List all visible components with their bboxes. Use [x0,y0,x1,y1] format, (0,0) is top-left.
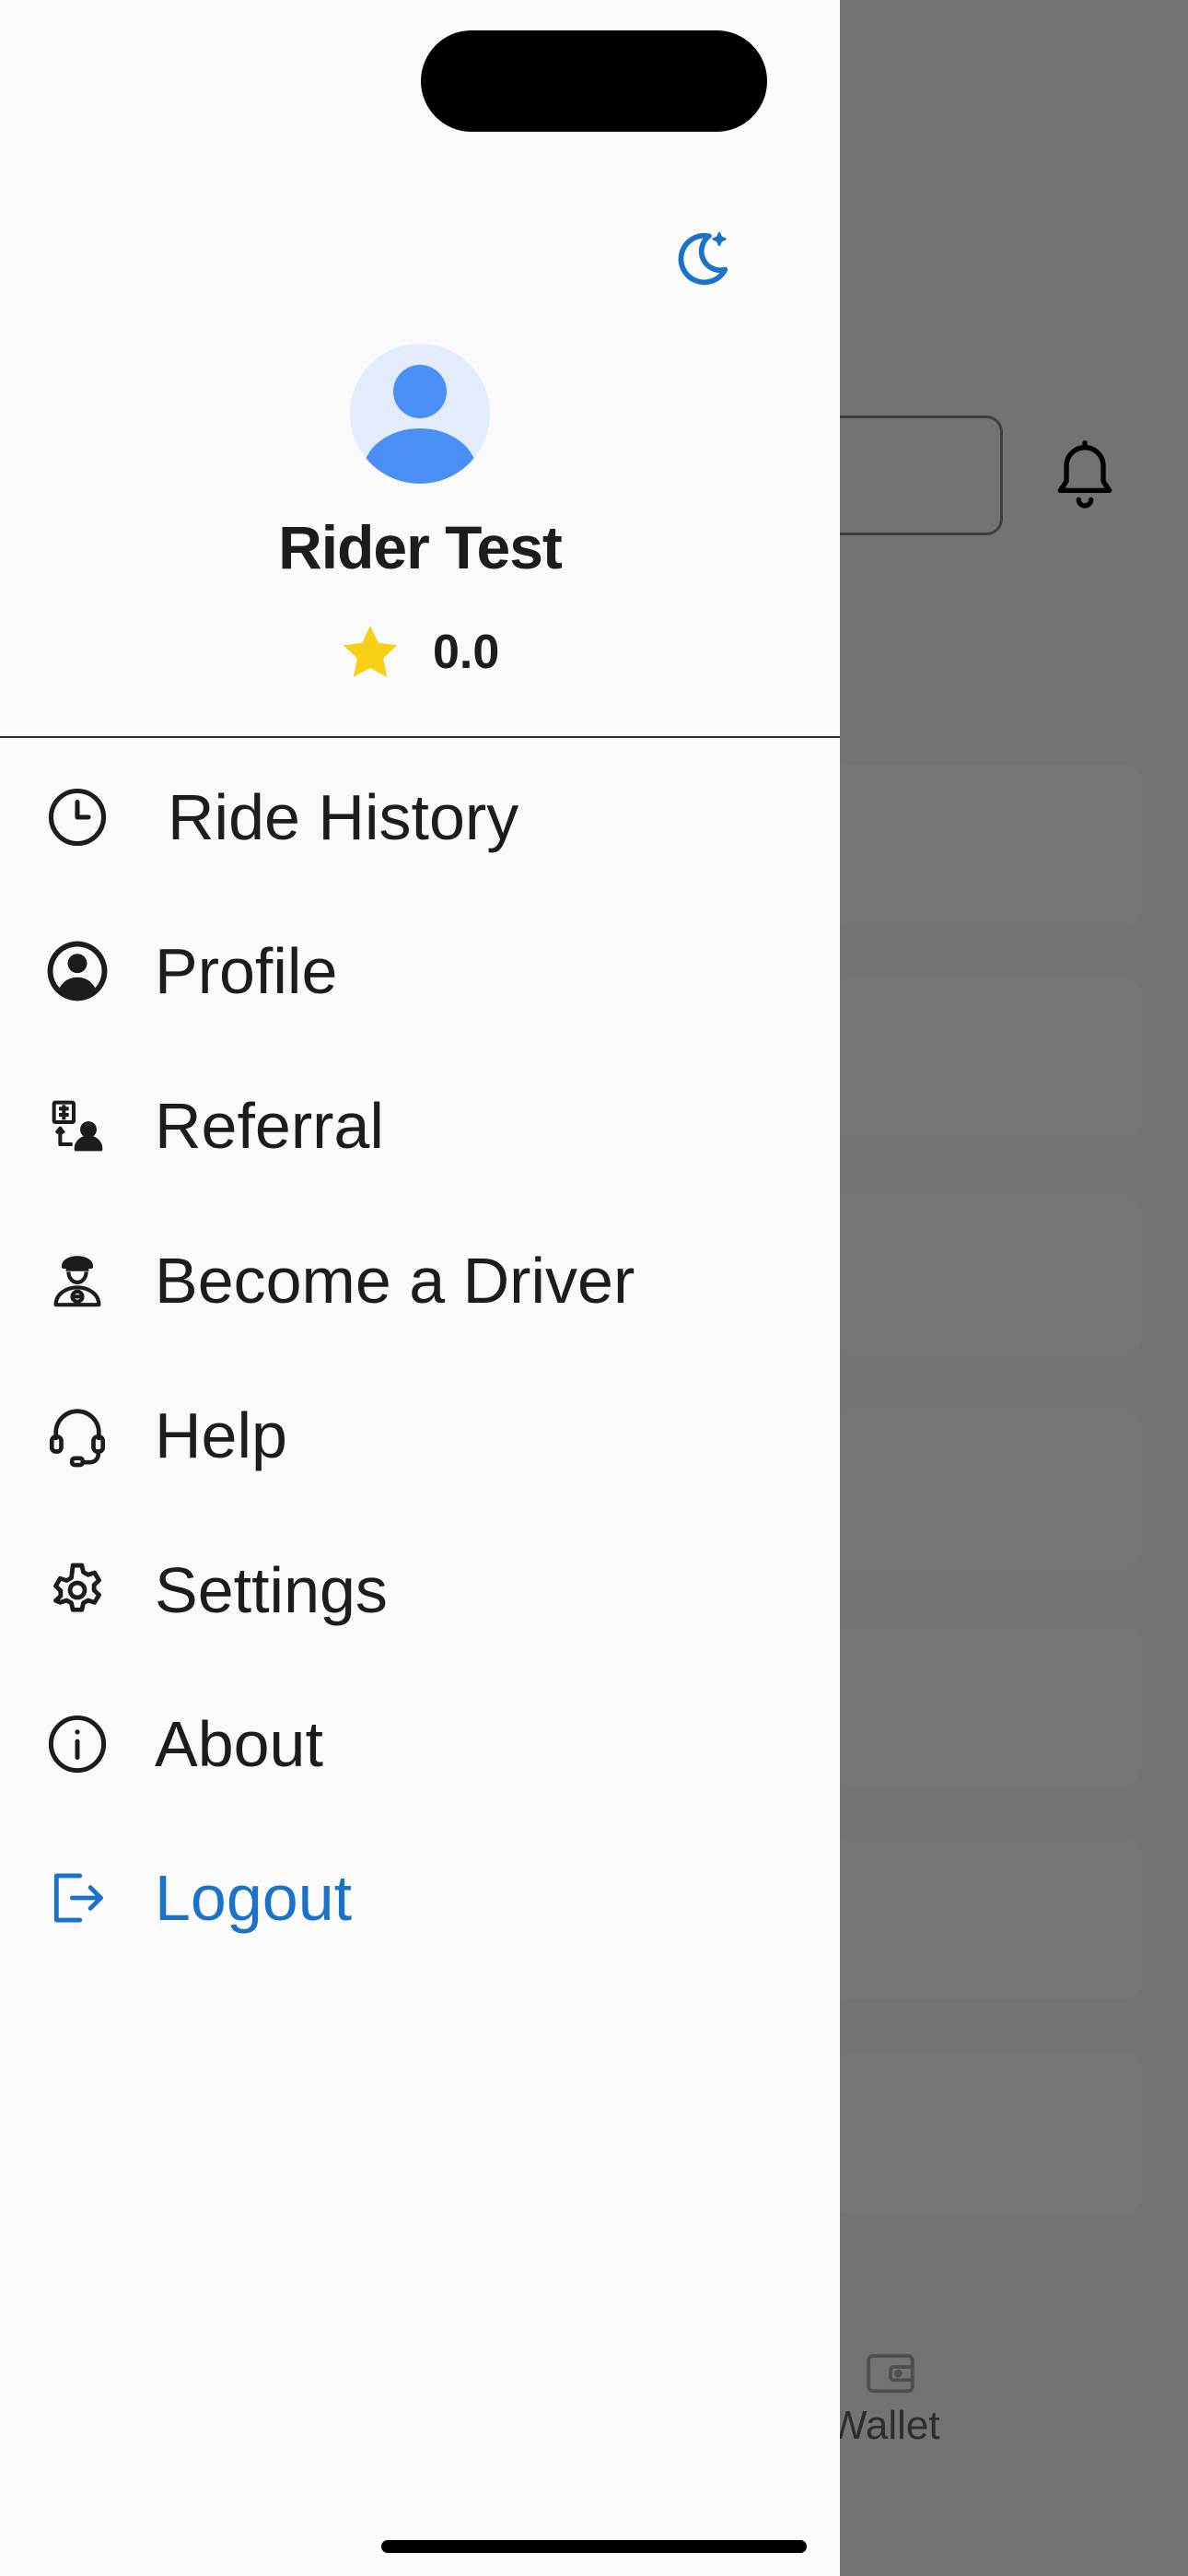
background-card [829,1623,1142,1785]
star-icon [343,626,398,677]
menu-item-become-driver[interactable]: Become a Driver [0,1216,840,1345]
background-card [829,765,1142,926]
dynamic-island [421,30,767,132]
rating-value: 0.0 [433,626,500,679]
menu-item-label: Profile [155,935,338,1007]
menu-item-profile[interactable]: Profile [0,907,840,1036]
notification-bell-icon[interactable] [1048,435,1122,512]
referral-icon [41,1089,114,1163]
menu-item-help[interactable]: Help [0,1371,840,1500]
menu-item-about[interactable]: About [0,1680,840,1809]
menu-item-referral[interactable]: Referral [0,1061,840,1190]
menu-item-label: Settings [155,1554,388,1626]
background-card [829,1838,1142,1999]
avatar-icon[interactable] [350,344,490,484]
menu-item-label: Logout [155,1862,353,1934]
navigation-drawer: Rider Test 0.0 Ride History Profile Refe… [0,0,840,2576]
menu-item-label: Become a Driver [155,1245,635,1317]
profile-icon [41,934,114,1008]
background-card [829,2053,1142,2214]
user-rating: 0.0 [339,615,499,689]
divider [0,736,840,738]
user-name: Rider Test [278,513,563,581]
menu-item-ride-history[interactable]: Ride History [0,753,840,882]
home-indicator[interactable] [381,2540,807,2553]
headset-icon [41,1399,114,1472]
driver-icon [41,1244,114,1317]
menu-item-label: Referral [155,1090,384,1162]
clock-icon [41,780,114,854]
menu-item-settings[interactable]: Settings [0,1526,840,1655]
gear-icon [41,1553,114,1627]
menu-item-logout[interactable]: Logout [0,1833,840,1962]
menu-item-label: Help [155,1399,287,1471]
wallet-tab-label[interactable]: Wallet [829,2403,940,2449]
wallet-icon[interactable] [864,2349,917,2395]
background-card [829,979,1142,1141]
background-card [829,1409,1142,1570]
info-icon [41,1707,114,1781]
moon-icon[interactable] [667,223,737,293]
menu-item-label: Ride History [168,781,519,853]
logout-icon [41,1861,114,1935]
background-card [829,1194,1142,1355]
menu-item-label: About [155,1708,323,1780]
